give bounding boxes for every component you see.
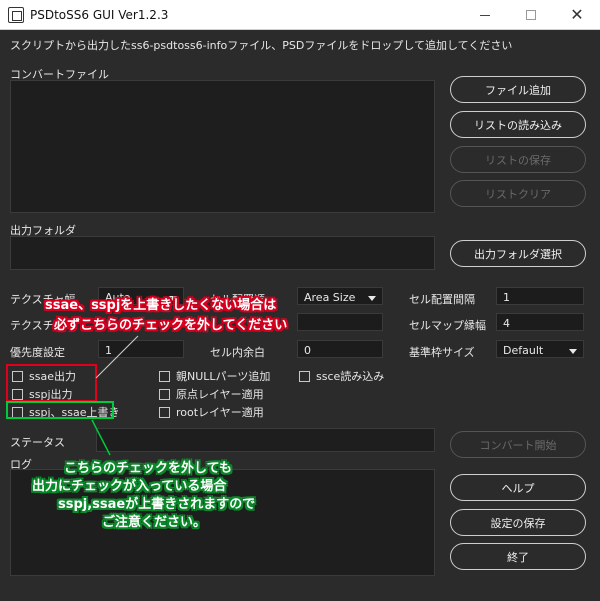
green-annotation-line3: sspj,ssaeが上書きされますので xyxy=(58,497,256,512)
checkbox-icon xyxy=(159,388,170,400)
red-annotation-line1: ssae、sspjを上書きしたくない場合は xyxy=(45,298,277,313)
cell-layout-select[interactable]: Area Size xyxy=(297,287,383,305)
app-icon xyxy=(8,7,24,23)
green-annotation-line2: 出力にチェックが入っている場合 xyxy=(32,479,227,494)
select-output-folder-button[interactable]: 出力フォルダ選択 xyxy=(450,240,586,267)
close-button[interactable]: ✕ xyxy=(554,0,600,30)
minimize-icon xyxy=(480,14,490,16)
instructions-text: スクリプトから出力したss6-psdtoss6-infoファイル、PSDファイル… xyxy=(10,39,513,52)
ssce-load-checkbox[interactable]: ssce読み込み xyxy=(299,368,384,384)
green-annotation-line4: ご注意ください。 xyxy=(102,515,207,530)
origin-layer-label: 原点レイヤー適用 xyxy=(176,388,264,401)
checkbox-icon xyxy=(299,370,310,382)
close-icon: ✕ xyxy=(570,5,584,24)
minimize-button[interactable] xyxy=(462,0,508,30)
cell-padding-label: セル内余白 xyxy=(210,346,265,359)
help-button[interactable]: ヘルプ xyxy=(450,474,586,501)
base-frame-value: Default xyxy=(503,344,544,357)
load-list-button[interactable]: リストの読み込み xyxy=(450,111,586,138)
root-layer-checkbox[interactable]: rootレイヤー適用 xyxy=(159,404,264,420)
root-layer-label: rootレイヤー適用 xyxy=(176,406,264,419)
priority-input[interactable]: 1 xyxy=(98,340,184,358)
checkbox-icon xyxy=(159,406,170,418)
exit-button[interactable]: 終了 xyxy=(450,543,586,570)
maximize-icon xyxy=(526,10,536,20)
texture-height-label: テクスチ xyxy=(10,319,54,332)
checkbox-icon xyxy=(159,370,170,382)
convert-file-list[interactable] xyxy=(10,80,435,213)
cell-spacing-input[interactable]: 1 xyxy=(496,287,584,305)
title-bar: PSDtoSS6 GUI Ver1.2.3 ✕ xyxy=(0,0,600,30)
window-title: PSDtoSS6 GUI Ver1.2.3 xyxy=(30,8,169,22)
chevron-down-icon xyxy=(569,349,577,354)
red-highlight-frame xyxy=(6,364,97,402)
settings-row2-input[interactable] xyxy=(297,313,383,331)
cellmap-border-input[interactable]: 4 xyxy=(496,313,584,331)
cellmap-border-label: セルマップ縁幅 xyxy=(409,319,486,332)
add-file-button[interactable]: ファイル追加 xyxy=(450,76,586,103)
null-parts-checkbox[interactable]: 親NULLパーツ追加 xyxy=(159,368,270,384)
cell-spacing-label: セル配置間隔 xyxy=(409,293,475,306)
cell-padding-input[interactable]: 0 xyxy=(297,340,383,358)
null-parts-label: 親NULLパーツ追加 xyxy=(176,370,271,383)
save-list-button[interactable]: リストの保存 xyxy=(450,146,586,173)
clear-list-button[interactable]: リストクリア xyxy=(450,180,586,207)
green-highlight-frame xyxy=(6,401,114,419)
green-annotation-line1: こちらのチェックを外しても xyxy=(64,461,232,476)
origin-layer-checkbox[interactable]: 原点レイヤー適用 xyxy=(159,386,264,402)
status-field xyxy=(96,428,435,452)
base-frame-select[interactable]: Default xyxy=(496,340,584,358)
start-convert-button[interactable]: コンバート開始 xyxy=(450,431,586,458)
red-annotation-line2: 必ずこちらのチェックを外してください xyxy=(54,318,288,333)
output-folder-field[interactable] xyxy=(10,236,435,270)
save-settings-button[interactable]: 設定の保存 xyxy=(450,509,586,536)
chevron-down-icon xyxy=(368,296,376,301)
status-label: ステータス xyxy=(10,436,65,449)
ssce-load-label: ssce読み込み xyxy=(316,370,385,383)
cell-layout-value: Area Size xyxy=(304,291,356,304)
maximize-button[interactable] xyxy=(508,0,554,30)
base-frame-label: 基準枠サイズ xyxy=(409,346,475,359)
priority-label: 優先度設定 xyxy=(10,346,65,359)
